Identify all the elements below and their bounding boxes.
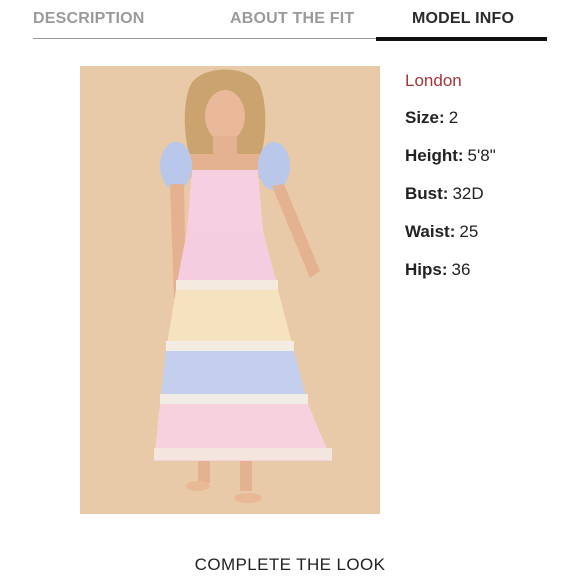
model-name: London bbox=[405, 71, 462, 90]
tab-bar: DESCRIPTION ABOUT THE FIT MODEL INFO bbox=[0, 0, 580, 42]
stat-value: 32D bbox=[452, 184, 484, 203]
model-info-panel: London Size: 2 Height: 5'8" Bust: 32D Waist… bbox=[405, 70, 575, 297]
dress-illustration bbox=[80, 66, 380, 514]
stat-label: Hips: bbox=[405, 260, 448, 279]
active-tab-indicator bbox=[376, 37, 547, 41]
stat-value: 2 bbox=[448, 108, 459, 127]
stat-hips: Hips: 36 bbox=[405, 259, 575, 297]
stat-value: 36 bbox=[451, 260, 471, 279]
stat-value: 25 bbox=[459, 222, 479, 241]
tab-description[interactable]: DESCRIPTION bbox=[33, 10, 145, 28]
stat-label: Waist: bbox=[405, 222, 456, 241]
complete-the-look-heading: COMPLETE THE LOOK bbox=[194, 555, 386, 574]
stat-size: Size: 2 bbox=[405, 107, 575, 145]
tab-model-info[interactable]: MODEL INFO bbox=[412, 10, 514, 28]
stat-label: Bust: bbox=[405, 184, 449, 203]
stat-label: Height: bbox=[405, 146, 464, 165]
stat-height: Height: 5'8" bbox=[405, 145, 575, 183]
stat-waist: Waist: 25 bbox=[405, 221, 575, 259]
tab-about-the-fit[interactable]: ABOUT THE FIT bbox=[230, 10, 354, 28]
stat-bust: Bust: 32D bbox=[405, 183, 575, 221]
stat-label: Size: bbox=[405, 108, 445, 127]
stat-value: 5'8" bbox=[467, 146, 496, 165]
model-photo bbox=[80, 66, 380, 514]
